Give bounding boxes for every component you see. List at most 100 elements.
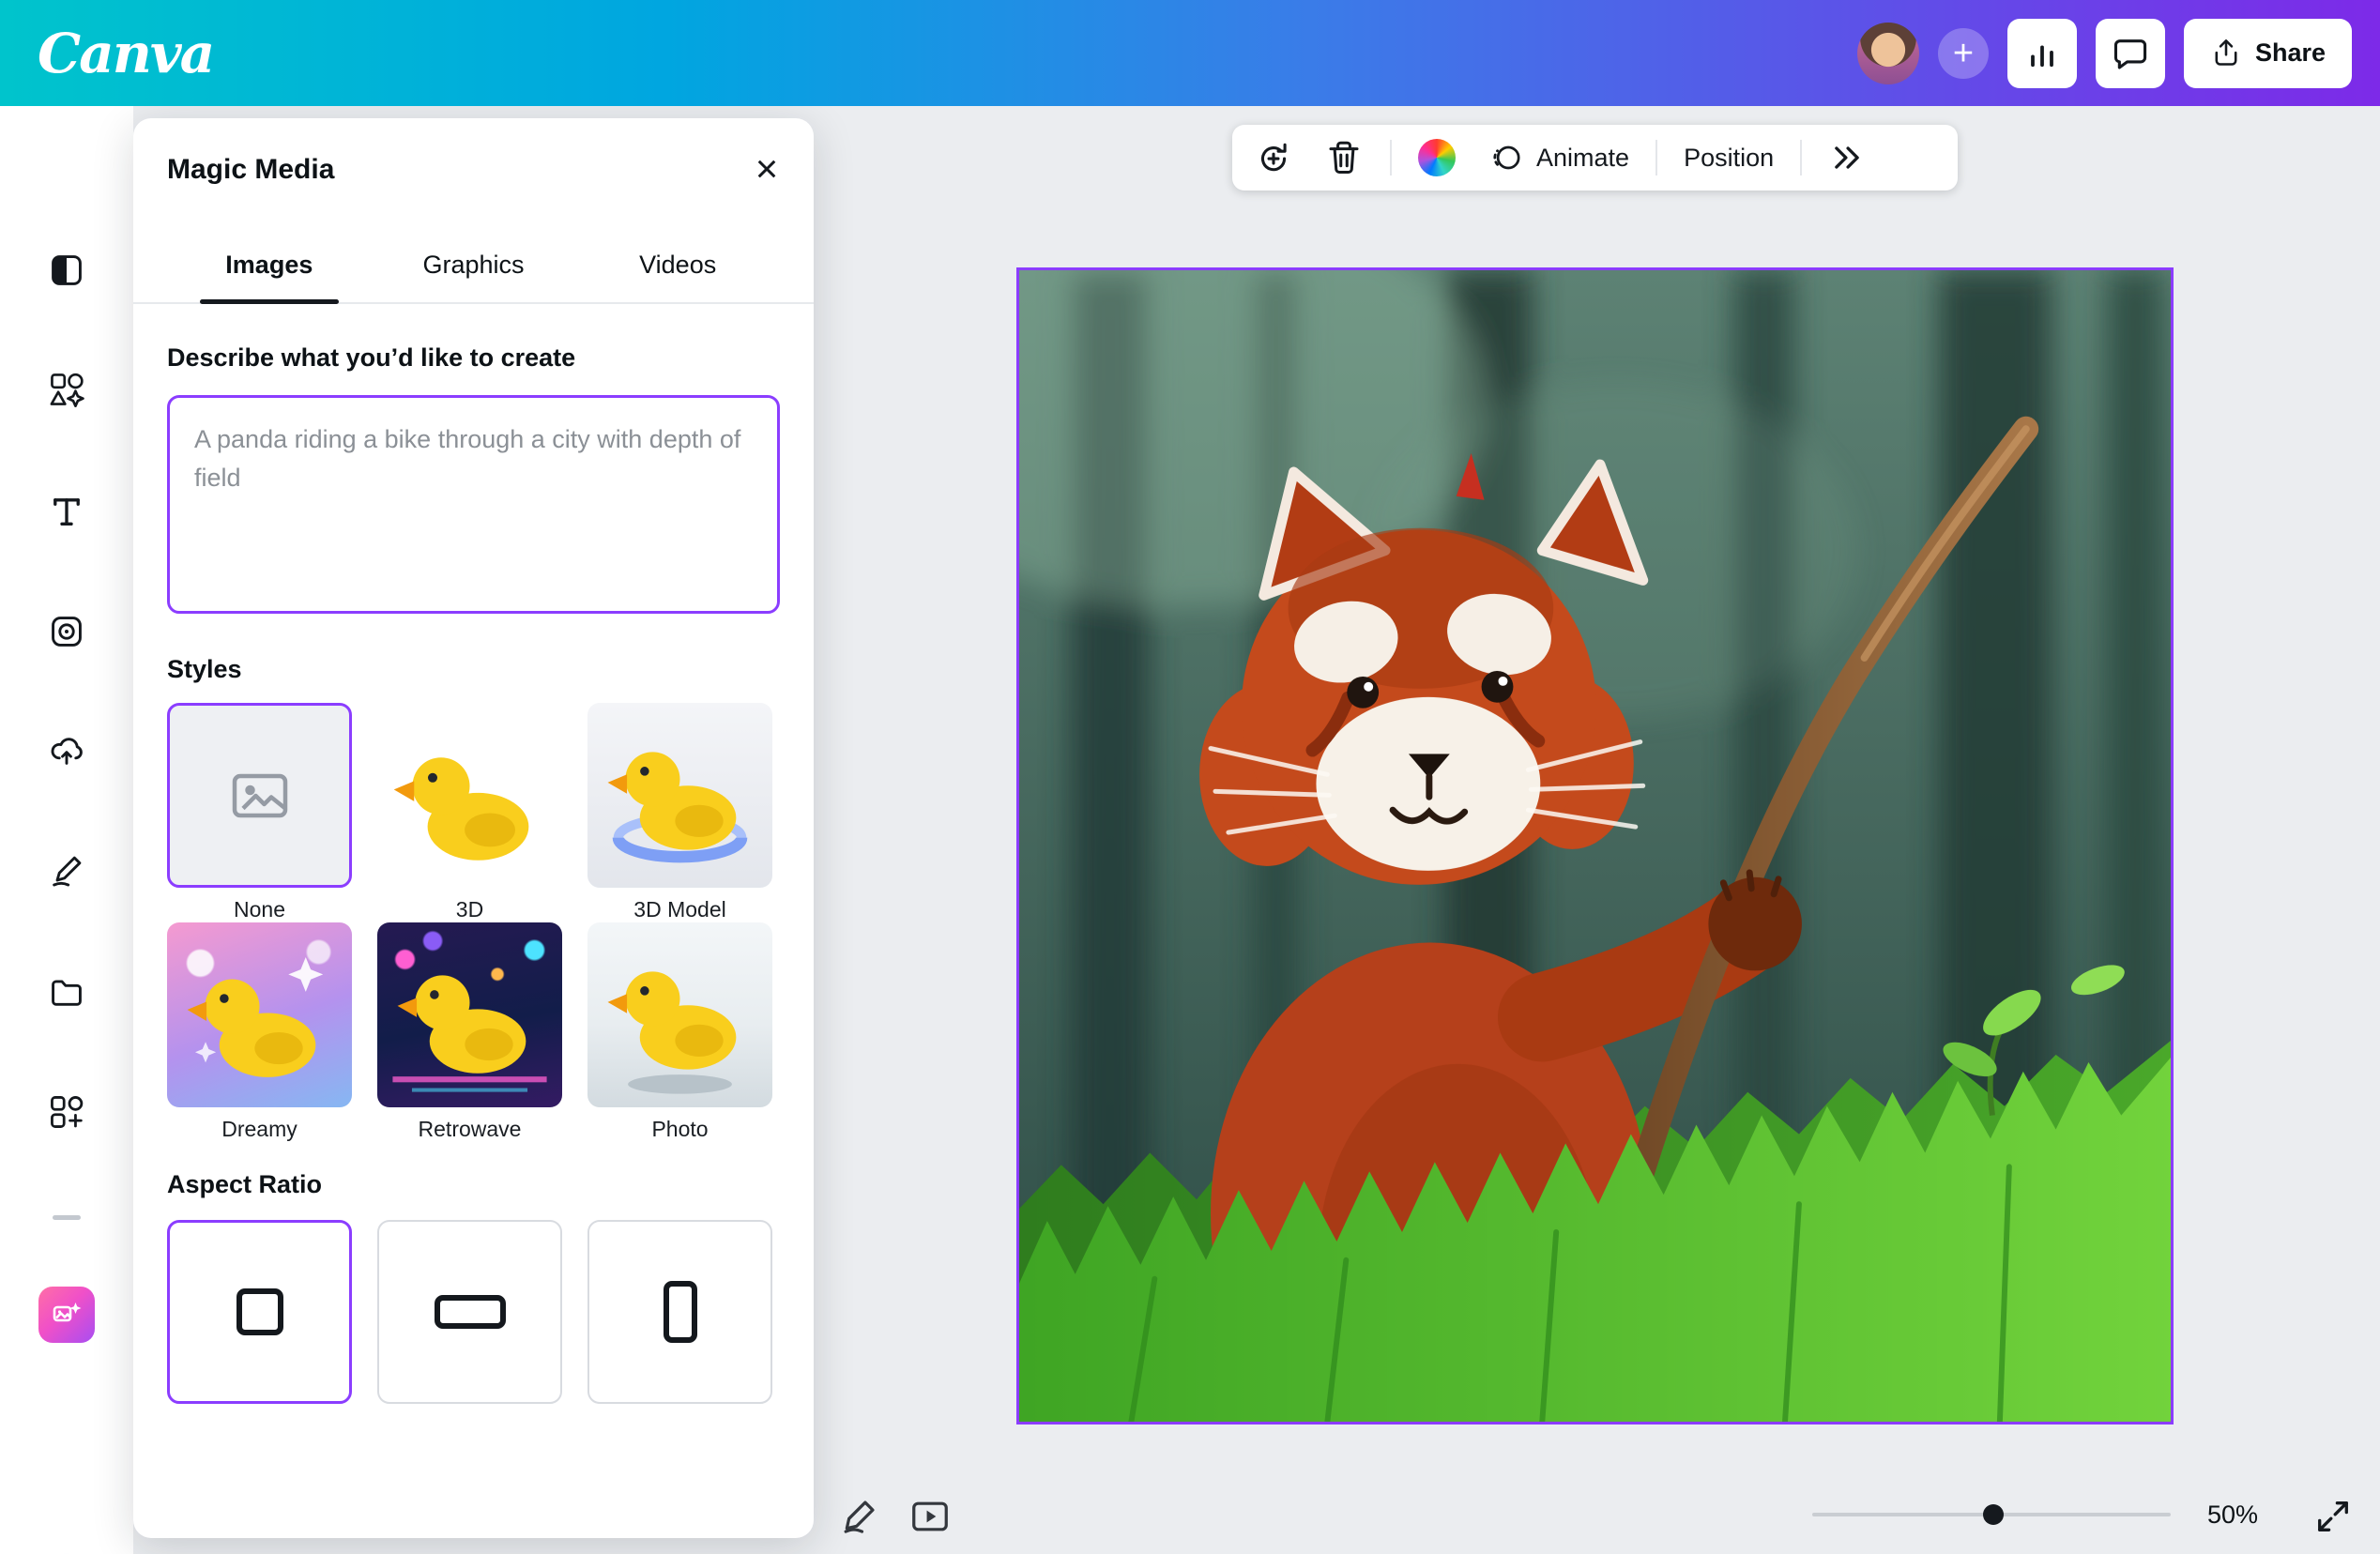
color-wheel-icon [1418,139,1456,176]
duck-photo-preview [587,922,772,1107]
style-option-retrowave: Retrowave [377,922,562,1142]
panel-body: Describe what you’d like to create Style… [133,304,814,1538]
sidebar-item-brand[interactable] [37,602,97,662]
style-option-3d-model: 3D Model [587,703,772,922]
notes-icon [837,1495,880,1538]
duck-retrowave-preview [377,922,562,1107]
style-thumb-photo[interactable] [587,922,772,1107]
add-member-button[interactable]: + [1938,28,1989,79]
sidebar-scroll-indicator [53,1215,81,1220]
animate-label: Animate [1536,144,1629,173]
style-option-photo: Photo [587,922,772,1142]
style-option-3d: 3D [377,703,562,922]
regenerate-button[interactable] [1249,133,1298,182]
style-label: 3D [377,897,562,922]
sidebar-item-projects[interactable] [37,962,97,1022]
presenter-view-button[interactable] [904,1490,956,1543]
top-bar: Canva + Share [0,0,2380,106]
prompt-input[interactable] [167,395,780,614]
toolbar-divider [1390,140,1392,175]
styles-grid: None 3D [167,703,780,1142]
sidebar-item-text[interactable] [37,481,97,541]
brand-icon [48,613,85,650]
zoom-level: 50% [2207,1501,2258,1530]
uploads-cloud-icon [48,732,85,769]
apps-grid-icon [48,1093,85,1131]
context-toolbar: Animate Position [1232,125,1958,190]
landscape-ratio-icon [435,1295,506,1329]
chat-bubble-icon [2112,35,2149,72]
notes-button[interactable] [832,1490,885,1543]
share-button[interactable]: Share [2184,19,2352,88]
duck-3d-model-preview [587,703,772,888]
aspect-option-landscape[interactable] [377,1220,562,1404]
square-ratio-icon [236,1288,283,1335]
toolbar-divider [1655,140,1657,175]
style-thumb-3d-model[interactable] [587,703,772,888]
presentation-icon [908,1495,952,1538]
magic-media-app-icon [38,1287,95,1343]
elements-icon [48,371,85,408]
trash-icon [1324,138,1364,177]
duck-3d-preview [377,703,562,888]
aspect-option-portrait[interactable] [587,1220,772,1404]
selected-image[interactable] [1016,267,2174,1424]
toolbar-divider [1800,140,1802,175]
sidebar-item-draw[interactable] [37,841,97,901]
describe-label: Describe what you’d like to create [167,343,780,373]
image-placeholder-icon [226,762,294,830]
share-upload-icon [2210,38,2242,69]
text-icon [48,493,85,530]
style-label: Dreamy [167,1117,352,1142]
delete-button[interactable] [1320,134,1367,181]
style-label: Photo [587,1117,772,1142]
more-options-button[interactable] [1824,135,1869,180]
sidebar-item-design[interactable] [37,240,97,300]
design-icon [48,251,85,289]
canva-editor: Animate Position 50% [0,0,2380,1554]
magic-media-panel: Magic Media × Images Graphics Videos Des… [133,118,814,1538]
chevron-double-right-icon [1828,139,1866,176]
animate-icon [1486,138,1525,177]
expand-icon [2312,1496,2354,1537]
panel-title: Magic Media [167,154,334,186]
styles-label: Styles [167,655,780,684]
style-label: Retrowave [377,1117,562,1142]
zoom-slider-knob[interactable] [1983,1504,2004,1525]
style-label: None [167,897,352,922]
aspect-ratio-label: Aspect Ratio [167,1170,780,1199]
color-button[interactable] [1414,135,1459,180]
position-button[interactable]: Position [1680,140,1777,176]
plus-icon: + [1953,36,1974,71]
sidebar-item-uploads[interactable] [37,721,97,781]
user-avatar[interactable] [1857,23,1919,84]
fullscreen-button[interactable] [2307,1490,2359,1543]
position-label: Position [1684,144,1774,173]
tab-images[interactable]: Images [167,227,372,302]
style-option-none: None [167,703,352,922]
style-thumb-dreamy[interactable] [167,922,352,1107]
sidebar-item-apps[interactable] [37,1082,97,1142]
style-option-dreamy: Dreamy [167,922,352,1142]
media-type-tabs: Images Graphics Videos [133,227,814,304]
sidebar-item-elements[interactable] [37,359,97,419]
comments-button[interactable] [2096,19,2165,88]
header-actions: + Share [1857,0,2352,106]
folder-icon [48,973,85,1011]
tab-videos[interactable]: Videos [575,227,780,302]
duck-dreamy-preview [167,922,352,1107]
canva-logo[interactable]: Canva [38,22,213,85]
draw-pen-icon [48,852,85,890]
style-label: 3D Model [587,897,772,922]
sidebar-item-magic-media[interactable] [37,1285,97,1345]
red-panda-artwork [1019,270,2171,1422]
animate-button[interactable]: Animate [1482,134,1633,181]
aspect-option-square[interactable] [167,1220,352,1404]
style-thumb-none[interactable] [167,703,352,888]
insights-button[interactable] [2007,19,2077,88]
close-panel-button[interactable]: × [742,145,791,193]
tab-graphics[interactable]: Graphics [372,227,576,302]
app-sidebar [0,106,133,1554]
style-thumb-3d[interactable] [377,703,562,888]
style-thumb-retrowave[interactable] [377,922,562,1107]
